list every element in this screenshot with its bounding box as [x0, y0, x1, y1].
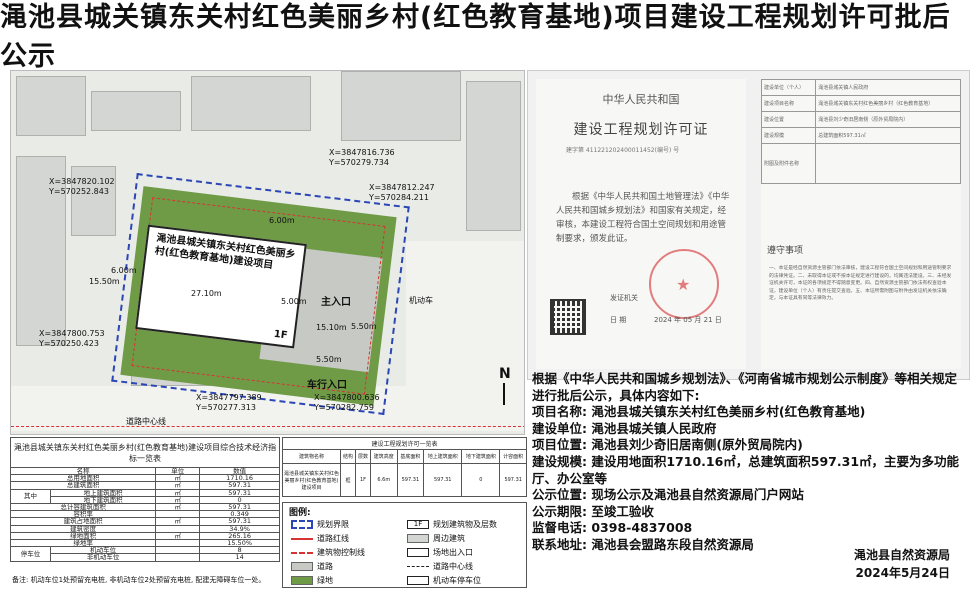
notice-title: 遵守事项: [767, 246, 804, 256]
license-country: 中华人民共和国: [602, 93, 680, 106]
boundary-swatch-icon: [291, 520, 313, 529]
license-body: 根据《中华人民共和国土地管理法》《中华人民共和国城乡规划法》和国家有关规定，经审…: [556, 192, 730, 244]
north-arrow: N: [499, 366, 511, 382]
coordinate: X=3847797.389 Y=570277.313: [196, 393, 262, 412]
surrounding-building: [91, 91, 181, 131]
license-number: 建字第 411221202400011452(编号) 号: [566, 147, 680, 154]
sign-date: 2024年5月24日: [855, 566, 950, 580]
legend-item: 规划界限: [291, 519, 349, 530]
legend-item: 绿地: [291, 575, 333, 586]
coordinate: X=3847816.736 Y=570279.734: [329, 148, 395, 167]
dimension: 15.10m: [316, 323, 347, 332]
project-name: 项目名称: 渑池县城关镇东关村红色美丽乡村(红色教育基地): [532, 404, 866, 420]
green-swatch-icon: [291, 576, 313, 585]
technical-indicators-table: 渑池县城关镇东关村红色美丽乡村(红色教育基地)建设项目综合技术经济指标一览表 名…: [9, 437, 280, 562]
notice-text: 一、本证是经自然资源主管部门依法审核，建设工程符合国土空间规划和用途管制要求的法…: [769, 266, 952, 301]
license-front: 中华人民共和国 建设工程规划许可证 建字第 411221202400011452…: [536, 79, 746, 369]
building-permit-list: 建设工程规划许可一览表 建筑物名称 结构 层数 建筑高度 基底面积 地上建筑面积 地下建筑…: [282, 437, 527, 497]
surrounding-building: [466, 81, 521, 231]
dimension: 15.50m: [89, 277, 120, 286]
dimension: 5.50m: [351, 322, 377, 331]
coordinate: X=3847800.753 Y=570250.423: [39, 329, 105, 348]
project-location: 项目位置: 渑池县刘少奇旧居南侧(原外贸局院内): [532, 437, 803, 453]
surrounding-building: [191, 76, 311, 131]
page-title: 渑池县城关镇东关村红色美丽乡村(红色教育基地)项目建设工程规划许可批后公示: [0, 2, 951, 72]
parking-swatch-icon: [407, 576, 429, 585]
license-back: 建设单位（个人） 渑池县城关镇人民政府 建设项目名称 渑池县城关镇东关村红色美丽乡村…: [760, 79, 961, 369]
car-entrance-label: 车行入口: [307, 380, 347, 391]
legend-item: 场地出入口: [407, 547, 473, 558]
construction-scale: 建设规模: 建设用地面积1710.16㎡，总建筑面积597.31㎡，主要为多功能…: [532, 453, 960, 486]
control-line-swatch-icon: [291, 551, 313, 554]
legend-item: 1F 规划建筑物及层数: [407, 519, 497, 530]
table-row: 渑池县城关镇东关村红色美丽乡村(红色教育基地)建设项目框 1F 6.6m 597.3…: [282, 463, 527, 497]
road-swatch-icon: [291, 562, 313, 571]
road-centerline: [11, 426, 524, 427]
legend-item: 道路中心线: [407, 561, 473, 572]
construction-unit: 建设单位: 渑池县城关镇人民政府: [532, 420, 717, 436]
announcement: 根据《中华人民共和国城乡规划法》、《河南省城市规划公示制度》等相关规定进行批后公…: [532, 371, 968, 554]
license-name: 建设工程规划许可证: [573, 122, 709, 138]
coordinate: X=3847800.636 Y=570282.759: [314, 393, 380, 412]
dimension: 27.10m: [191, 289, 222, 298]
surrounding-building: [341, 71, 461, 141]
surrounding-building: [16, 76, 86, 136]
site-plan: 渑池县城关镇东关村红色美丽乡村(红色教育基地)建设项目 1F 主入口 车行入口 …: [10, 70, 525, 435]
table-caption: 渑池县城关镇东关村红色美丽乡村(红色教育基地)建设项目综合技术经济指标一览表: [10, 437, 280, 468]
floor-label: 1F: [273, 328, 289, 342]
list-caption: 建设工程规划许可一览表: [282, 437, 527, 450]
planning-license-image: 中华人民共和国 建设工程规划许可证 建字第 411221202400011452…: [527, 70, 970, 380]
dimension: 5.50m: [316, 355, 342, 364]
announcement-intro: 根据《中华人民共和国城乡规划法》、《河南省城市规划公示制度》等相关规定进行批后公…: [532, 371, 958, 403]
date-label: 日 期: [610, 316, 627, 324]
license-info-table: 建设单位（个人） 渑池县城关镇人民政府 建设项目名称 渑池县城关镇东关村红色美丽乡村…: [760, 79, 961, 184]
legend: 图例: 规划界限 道路红线 建筑物控制线 道路 绿地 1F 规划建筑物及层数 周边…: [282, 502, 527, 588]
coordinate: X=3847812.247 Y=570284.211: [369, 183, 435, 202]
table-row: 非机动车位 14: [11, 553, 280, 562]
north-arrow-icon: [503, 383, 505, 405]
surrounding-building-swatch-icon: [407, 534, 429, 543]
dimension: 6.00m: [269, 216, 295, 225]
legend-title: 图例:: [289, 508, 311, 518]
dimension: 5.00m: [281, 297, 307, 306]
legend-item: 周边建筑: [407, 533, 465, 544]
dimension: 6.00m: [111, 266, 137, 275]
building-swatch-icon: 1F: [407, 520, 429, 529]
legend-item: 建筑物控制线: [291, 547, 365, 558]
license-date: 2024 年 05 月 21 日: [654, 316, 722, 324]
road-redline-swatch-icon: [291, 537, 313, 540]
legend-item: 道路红线: [291, 533, 349, 544]
publicity-place: 公示位置: 现场公示及渑池县自然资源局门户网站: [532, 487, 804, 503]
coordinate: X=3847820.102 Y=570252.843: [49, 177, 115, 196]
legend-item: 机动车停车位: [407, 575, 481, 586]
supervision-phone: 监督电话: 0398-4837008: [532, 520, 693, 536]
qr-code-pattern: [554, 303, 582, 331]
motor-parking-label: 机动车: [409, 296, 433, 305]
legend-item: 道路: [291, 561, 333, 572]
issuer-label: 发证机关: [610, 294, 638, 302]
publicity-period: 公示期限: 至竣工验收: [532, 503, 654, 519]
planned-building: 渑池县城关镇东关村红色美丽乡村(红色教育基地)建设项目 1F: [135, 224, 307, 349]
signer: 渑池县自然资源局: [853, 548, 950, 562]
main-entrance-label: 主入口: [321, 297, 351, 308]
table-note: 备注: 机动车位1处预留充电桩, 非机动车位2处预留充电桩, 配建无障碍车位一处…: [12, 576, 266, 584]
centerline-swatch-icon: [407, 565, 429, 568]
entrance-swatch-icon: [407, 548, 429, 557]
seal-star-icon: ★: [676, 275, 691, 294]
